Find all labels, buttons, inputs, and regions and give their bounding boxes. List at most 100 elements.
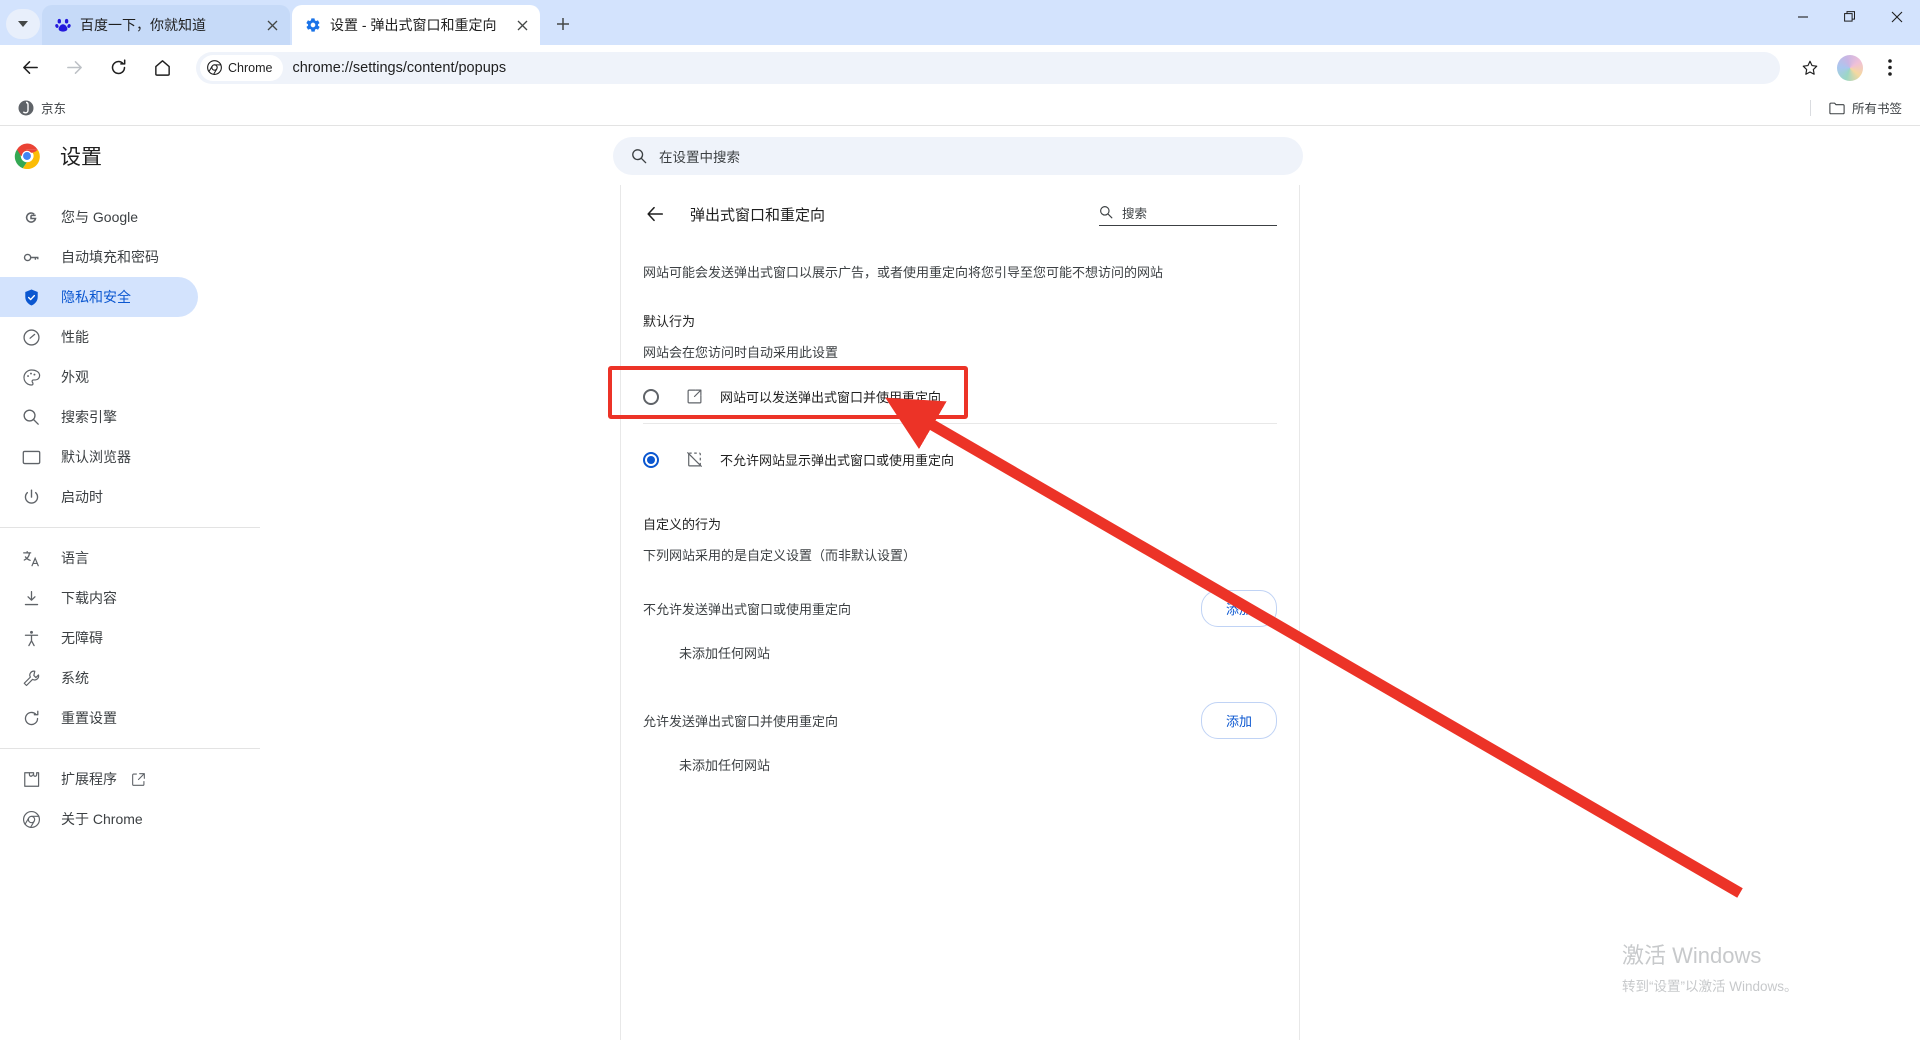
- sidebar-item-languages[interactable]: 语言: [0, 538, 198, 578]
- custom-group-label: 允许发送弹出式窗口并使用重定向: [643, 713, 839, 729]
- all-bookmarks-button[interactable]: 所有书签: [1821, 94, 1910, 121]
- browser-tab-1[interactable]: 百度一下，你就知道: [42, 5, 290, 45]
- key-icon: [20, 248, 42, 267]
- accessibility-icon: [20, 629, 42, 648]
- sidebar-item-autofill-passwords[interactable]: 自动填充和密码: [0, 237, 198, 277]
- sidebar-item-on-startup[interactable]: 启动时: [0, 477, 198, 517]
- bookmark-item-jd[interactable]: 京东: [10, 94, 74, 121]
- sidebar-item-search-engine[interactable]: 搜索引擎: [0, 397, 198, 437]
- tab-close-icon[interactable]: [262, 15, 282, 35]
- sidebar-item-default-browser[interactable]: 默认浏览器: [0, 437, 198, 477]
- settings-gear-favicon: [304, 17, 321, 34]
- baidu-favicon: [54, 17, 71, 34]
- radio-indicator[interactable]: [643, 451, 659, 468]
- sidebar-item-appearance[interactable]: 外观: [0, 357, 198, 397]
- tab-search-button[interactable]: [6, 9, 40, 39]
- settings-content: 弹出式窗口和重定向 搜索 网站可能会发送弹出式窗口以展示广告，或者使用重定向将您…: [620, 185, 1300, 1040]
- sidebar-item-performance[interactable]: 性能: [0, 317, 198, 357]
- sidebar-item-extensions[interactable]: 扩展程序: [0, 759, 198, 799]
- subpage-search-placeholder: 搜索: [1122, 206, 1148, 221]
- browser-window-icon: [20, 449, 42, 466]
- custom-group-block: 不允许发送弹出式窗口或使用重定向 添加: [621, 589, 1299, 627]
- radio-option-label: 网站可以发送弹出式窗口并使用重定向: [720, 390, 942, 405]
- browser-tab-2[interactable]: 设置 - 弹出式窗口和重定向: [292, 5, 540, 45]
- tab-title: 设置 - 弹出式窗口和重定向: [330, 17, 497, 33]
- sidebar-item-label: 无障碍: [61, 630, 103, 646]
- page-description: 网站可能会发送弹出式窗口以展示广告，或者使用重定向将您引导至您可能不想访问的网站: [643, 265, 1164, 280]
- sidebar-item-system[interactable]: 系统: [0, 658, 198, 698]
- jd-favicon: [18, 100, 34, 115]
- sidebar-item-label: 重置设置: [61, 710, 117, 726]
- search-icon: [632, 149, 647, 164]
- back-arrow-icon[interactable]: [643, 202, 667, 226]
- settings-search-placeholder: 在设置中搜索: [659, 150, 740, 165]
- sidebar-item-about-chrome[interactable]: 关于 Chrome: [0, 799, 198, 839]
- external-link-icon[interactable]: [131, 772, 146, 787]
- home-button[interactable]: [144, 50, 180, 86]
- sidebar-item-privacy-security[interactable]: 隐私和安全: [0, 277, 198, 317]
- window-controls: [1779, 0, 1920, 45]
- radio-option-label: 不允许网站显示弹出式窗口或使用重定向: [720, 453, 955, 468]
- watermark-line-2: 转到“设置”以激活 Windows。: [1622, 979, 1798, 994]
- sidebar-item-label: 关于 Chrome: [61, 811, 143, 827]
- subpage-title: 弹出式窗口和重定向: [690, 206, 826, 224]
- default-behavior-heading: 默认行为: [643, 313, 696, 329]
- back-button[interactable]: [12, 50, 48, 86]
- chrome-logo: [14, 143, 40, 170]
- page-title: 设置: [60, 146, 102, 169]
- chrome-menu-button[interactable]: [1872, 50, 1908, 86]
- subpage-search-input[interactable]: 搜索: [1099, 203, 1277, 226]
- tab-close-icon[interactable]: [512, 15, 532, 35]
- add-blocked-site-button[interactable]: 添加: [1200, 589, 1277, 627]
- sidebar-item-label: 下载内容: [61, 590, 117, 606]
- all-bookmarks-area: 所有书签: [1800, 94, 1910, 121]
- divider: [1809, 99, 1811, 116]
- bookmark-star-button[interactable]: [1792, 50, 1828, 86]
- sidebar-item-label: 外观: [61, 369, 89, 385]
- sidebar-item-label: 默认浏览器: [61, 449, 131, 465]
- popup-allow-icon: [685, 388, 703, 405]
- new-tab-button[interactable]: [548, 9, 578, 39]
- windows-activation-watermark: 激活 Windows 转到“设置”以激活 Windows。: [1622, 938, 1798, 995]
- custom-behavior-heading: 自定义的行为: [643, 516, 722, 532]
- close-window-button[interactable]: [1873, 0, 1920, 33]
- shield-icon: [20, 288, 42, 307]
- radio-option-block-popups[interactable]: 不允许网站显示弹出式窗口或使用重定向: [621, 434, 1299, 486]
- sidebar-item-accessibility[interactable]: 无障碍: [0, 618, 198, 658]
- sidebar-item-label: 扩展程序: [61, 771, 117, 787]
- chrome-outline-icon: [20, 810, 42, 829]
- sidebar-item-reset-settings[interactable]: 重置设置: [0, 698, 198, 738]
- maximize-restore-button[interactable]: [1826, 0, 1873, 33]
- sidebar-item-label: 您与 Google: [61, 209, 139, 225]
- sidebar-item-you-and-google[interactable]: 您与 Google: [0, 197, 198, 237]
- settings-header: 设置 在设置中搜索: [0, 127, 1920, 185]
- chevron-down-icon: [18, 21, 28, 27]
- chrome-chip-label: Chrome: [228, 60, 273, 75]
- wrench-icon: [20, 669, 42, 688]
- sidebar-divider-2: [0, 748, 260, 749]
- add-allowed-site-button[interactable]: 添加: [1200, 701, 1277, 739]
- sidebar-item-label: 性能: [61, 329, 89, 345]
- forward-button[interactable]: [56, 50, 92, 86]
- bookmark-label: 京东: [41, 102, 67, 116]
- sidebar-item-label: 启动时: [61, 489, 103, 505]
- sidebar-item-downloads[interactable]: 下载内容: [0, 578, 198, 618]
- radio-option-allow-popups[interactable]: 网站可以发送弹出式窗口并使用重定向: [621, 371, 1299, 423]
- settings-right-margin: [1301, 185, 1920, 1040]
- chrome-origin-chip[interactable]: Chrome: [200, 54, 284, 81]
- translate-icon: [20, 549, 42, 568]
- settings-search-input[interactable]: 在设置中搜索: [613, 137, 1303, 175]
- reload-button[interactable]: [100, 50, 136, 86]
- minimize-button[interactable]: [1779, 0, 1826, 33]
- address-bar[interactable]: Chrome chrome://settings/content/popups: [196, 51, 1780, 84]
- popup-block-icon: [685, 451, 703, 468]
- sidebar-item-label: 隐私和安全: [61, 289, 131, 305]
- custom-group-label: 不允许发送弹出式窗口或使用重定向: [643, 601, 852, 617]
- watermark-line-1: 激活 Windows: [1622, 943, 1762, 968]
- sidebar-item-label: 系统: [61, 670, 89, 686]
- radio-indicator[interactable]: [643, 388, 659, 405]
- speedometer-icon: [20, 328, 42, 347]
- sidebar-item-label: 语言: [61, 550, 89, 566]
- settings-sidebar: 您与 Google 自动填充和密码 隐私和安全 性能 外观 搜索引擎 默认浏览器…: [0, 185, 260, 1040]
- profile-avatar[interactable]: [1837, 54, 1863, 81]
